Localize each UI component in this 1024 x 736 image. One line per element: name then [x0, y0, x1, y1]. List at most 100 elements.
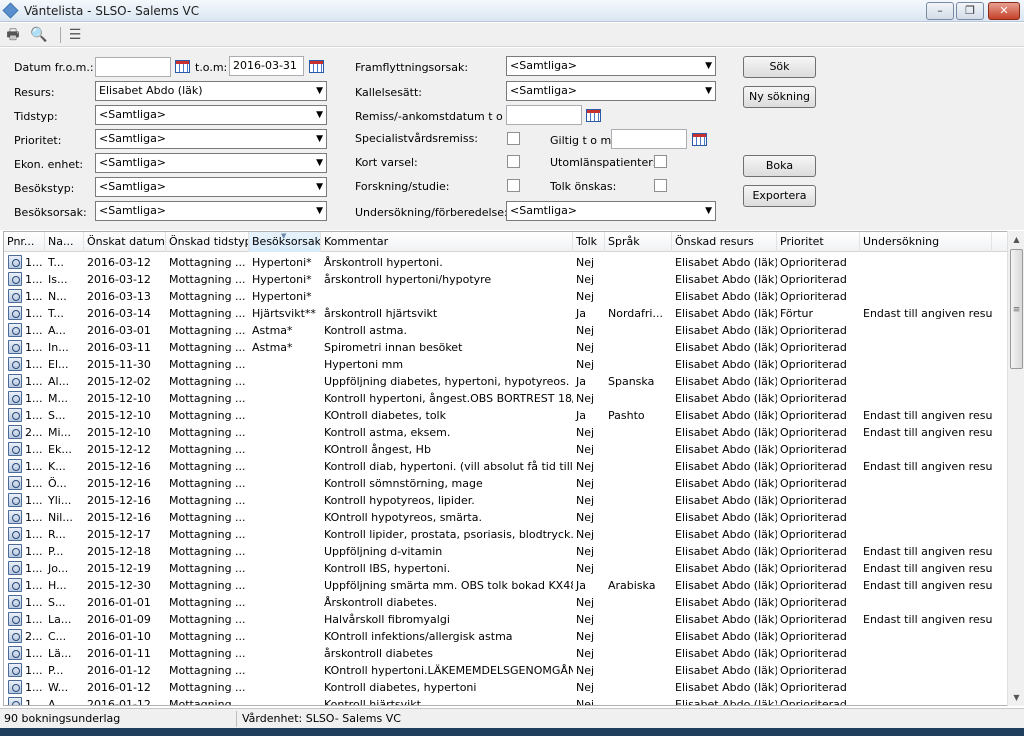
book-button[interactable]: Boka	[743, 155, 816, 177]
new-search-button[interactable]: Ny sökning	[743, 86, 816, 108]
table-cell	[249, 526, 321, 543]
table-row[interactable]: 1... Lä... 2016-01-11 Mottagning ... årskont…	[4, 645, 1007, 662]
table-row[interactable]: 1... La... 2016-01-09 Mottagning ... Halvårs…	[4, 611, 1007, 628]
table-row[interactable]: 1... A... 2016-01-12 Mottagning ... Kontroll…	[4, 696, 1007, 705]
kort-varsel-checkbox[interactable]	[507, 155, 520, 168]
date-from-label: Datum fr.o.m.:	[14, 61, 94, 74]
table-row[interactable]: 1... Ö... 2015-12-16 Mottagning ... Kontroll…	[4, 475, 1007, 492]
table-row[interactable]: 1... S... 2016-01-01 Mottagning ... Årskontr…	[4, 594, 1007, 611]
column-header[interactable]: Språk	[605, 232, 672, 252]
table-cell: Mottagning ...	[169, 647, 246, 660]
table-row[interactable]: 2... C... 2016-01-10 Mottagning ... KOntroll…	[4, 628, 1007, 645]
table-row[interactable]: 1... Yli... 2015-12-16 Mottagning ... Kontro…	[4, 492, 1007, 509]
table-row[interactable]: 1... M... 2015-12-10 Mottagning ... Kontroll…	[4, 390, 1007, 407]
table-cell: Mottagning ...	[169, 562, 246, 575]
date-to-input[interactable]: 2016-03-31	[229, 56, 304, 76]
table-row[interactable]: 1... S... 2015-12-10 Mottagning ... KOntroll…	[4, 407, 1007, 424]
search-button[interactable]: Sök	[743, 56, 816, 78]
column-header[interactable]: Önskat datum	[84, 232, 166, 252]
resurs-select[interactable]: Elisabet Abdo (läk) ▼	[95, 81, 327, 101]
table-row[interactable]: 1... W... 2016-01-12 Mottagning ... Kontroll…	[4, 679, 1007, 696]
table-cell: 2015-12-10	[87, 392, 151, 405]
table-row[interactable]: 2... Mi... 2015-12-10 Mottagning ... Kontrol…	[4, 424, 1007, 441]
column-header[interactable]: Prioritet	[777, 232, 860, 252]
table-cell: Nej	[576, 494, 595, 507]
list-icon[interactable]: ☰	[66, 26, 84, 44]
table-row[interactable]: 1... P... 2016-01-12 Mottagning ... KOntroll…	[4, 662, 1007, 679]
table-cell	[605, 254, 672, 271]
tidstyp-select[interactable]: <Samtliga> ▼	[95, 105, 327, 125]
kallelse-select[interactable]: <Samtliga> ▼	[506, 81, 716, 101]
column-header[interactable]: Tolk	[573, 232, 605, 252]
giltig-date-input[interactable]	[611, 129, 687, 149]
table-cell: Mottagning ...	[169, 273, 246, 286]
scroll-up-icon[interactable]: ▲	[1008, 231, 1024, 248]
table-row[interactable]: 1... El... 2015-11-30 Mottagning ... Hyperto…	[4, 356, 1007, 373]
close-button[interactable]: ✕	[988, 2, 1020, 20]
undersokning-select[interactable]: <Samtliga> ▼	[506, 201, 716, 221]
prioritet-select[interactable]: <Samtliga> ▼	[95, 129, 327, 149]
ekon-select[interactable]: <Samtliga> ▼	[95, 153, 327, 173]
table-row[interactable]: 1... Ek... 2015-12-12 Mottagning ... KOntrol…	[4, 441, 1007, 458]
vertical-scrollbar[interactable]: ▲ ≡ ▼	[1007, 231, 1024, 706]
forskning-checkbox[interactable]	[507, 179, 520, 192]
table-cell: Nej	[576, 596, 595, 609]
table-row[interactable]: 1... Jo... 2015-12-19 Mottagning ... Kontrol…	[4, 560, 1007, 577]
table-row[interactable]: 1... Nil... 2015-12-16 Mottagning ... KOntro…	[4, 509, 1007, 526]
column-header[interactable]: Kommentar	[321, 232, 573, 252]
export-button[interactable]: Exportera	[743, 185, 816, 207]
table-row[interactable]: 1... Al... 2015-12-02 Mottagning ... Uppfölj…	[4, 373, 1007, 390]
remiss-date-input[interactable]	[506, 105, 582, 125]
specialist-checkbox[interactable]	[507, 132, 520, 145]
resurs-label: Resurs:	[14, 86, 55, 99]
remiss-calendar-icon[interactable]	[586, 109, 601, 122]
column-header[interactable]: Undersökning	[860, 232, 992, 252]
minimize-button[interactable]: –	[926, 2, 954, 20]
table-header: Pnr... Na... Önskat datum Önskad tidstyp Bes…	[4, 232, 1007, 252]
column-header[interactable]: Na...	[45, 232, 84, 252]
table-cell: Nej	[576, 426, 595, 439]
table-row[interactable]: 1... K... 2015-12-16 Mottagning ... Kontroll…	[4, 458, 1007, 475]
column-header[interactable]: Pnr...	[4, 232, 45, 252]
table-cell: Astma*	[252, 341, 293, 354]
table-cell: 1...	[25, 596, 43, 609]
scroll-thumb[interactable]: ≡	[1010, 249, 1023, 369]
table-cell: 2016-01-09	[87, 613, 151, 626]
framflyttning-select[interactable]: <Samtliga> ▼	[506, 56, 716, 76]
table-row[interactable]: 1... A... 2016-03-01 Mottagning ... Astma* Ko…	[4, 322, 1007, 339]
table-cell: Mottagning ...	[169, 579, 246, 592]
utomlans-checkbox[interactable]	[654, 155, 667, 168]
table-row[interactable]: 1... T... 2016-03-12 Mottagning ... Hyperton…	[4, 254, 1007, 271]
column-header[interactable]: Önskad resurs	[672, 232, 777, 252]
date-to-calendar-icon[interactable]	[309, 60, 324, 73]
column-header[interactable]: Önskad tidstyp	[166, 232, 249, 252]
table-row[interactable]: 1... P... 2015-12-18 Mottagning ... Uppföljn…	[4, 543, 1007, 560]
booking-record-icon	[8, 340, 22, 354]
maximize-button[interactable]: ❐	[956, 2, 984, 20]
booking-record-icon	[8, 408, 22, 422]
table-row[interactable]: 1... T... 2016-03-14 Mottagning ... Hjärtsvi…	[4, 305, 1007, 322]
table-cell	[605, 424, 672, 441]
tolk-checkbox[interactable]	[654, 179, 667, 192]
date-from-input[interactable]	[95, 57, 171, 77]
giltig-calendar-icon[interactable]	[692, 133, 707, 146]
print-preview-icon[interactable]: 🔍	[30, 26, 48, 44]
table-row[interactable]: 1... In... 2016-03-11 Mottagning ... Astma* S…	[4, 339, 1007, 356]
table-cell: Nej	[576, 443, 595, 456]
table-row[interactable]: 1... H... 2015-12-30 Mottagning ... Uppföljn…	[4, 577, 1007, 594]
table-row[interactable]: 1... Is... 2016-03-12 Mottagning ... Hyperto…	[4, 271, 1007, 288]
table-cell: 2016-01-12	[87, 664, 151, 677]
scroll-down-icon[interactable]: ▼	[1008, 689, 1024, 706]
table-cell: KOntroll hypotyreos, smärta.	[324, 511, 482, 524]
table-cell: Oprioriterad	[780, 562, 847, 575]
table-cell: 1...	[25, 375, 43, 388]
besokstyp-select[interactable]: <Samtliga> ▼	[95, 177, 327, 197]
table-row[interactable]: 1... N... 2016-03-13 Mottagning ... Hyperton…	[4, 288, 1007, 305]
table-row[interactable]: 1... R... 2015-12-17 Mottagning ... Kontroll…	[4, 526, 1007, 543]
date-from-calendar-icon[interactable]	[175, 60, 190, 73]
besoksorsak-select[interactable]: <Samtliga> ▼	[95, 201, 327, 221]
printer-icon[interactable]: 🖶	[4, 26, 22, 44]
table-cell: 1...	[25, 579, 43, 592]
table-cell	[249, 577, 321, 594]
table-cell	[860, 679, 992, 696]
